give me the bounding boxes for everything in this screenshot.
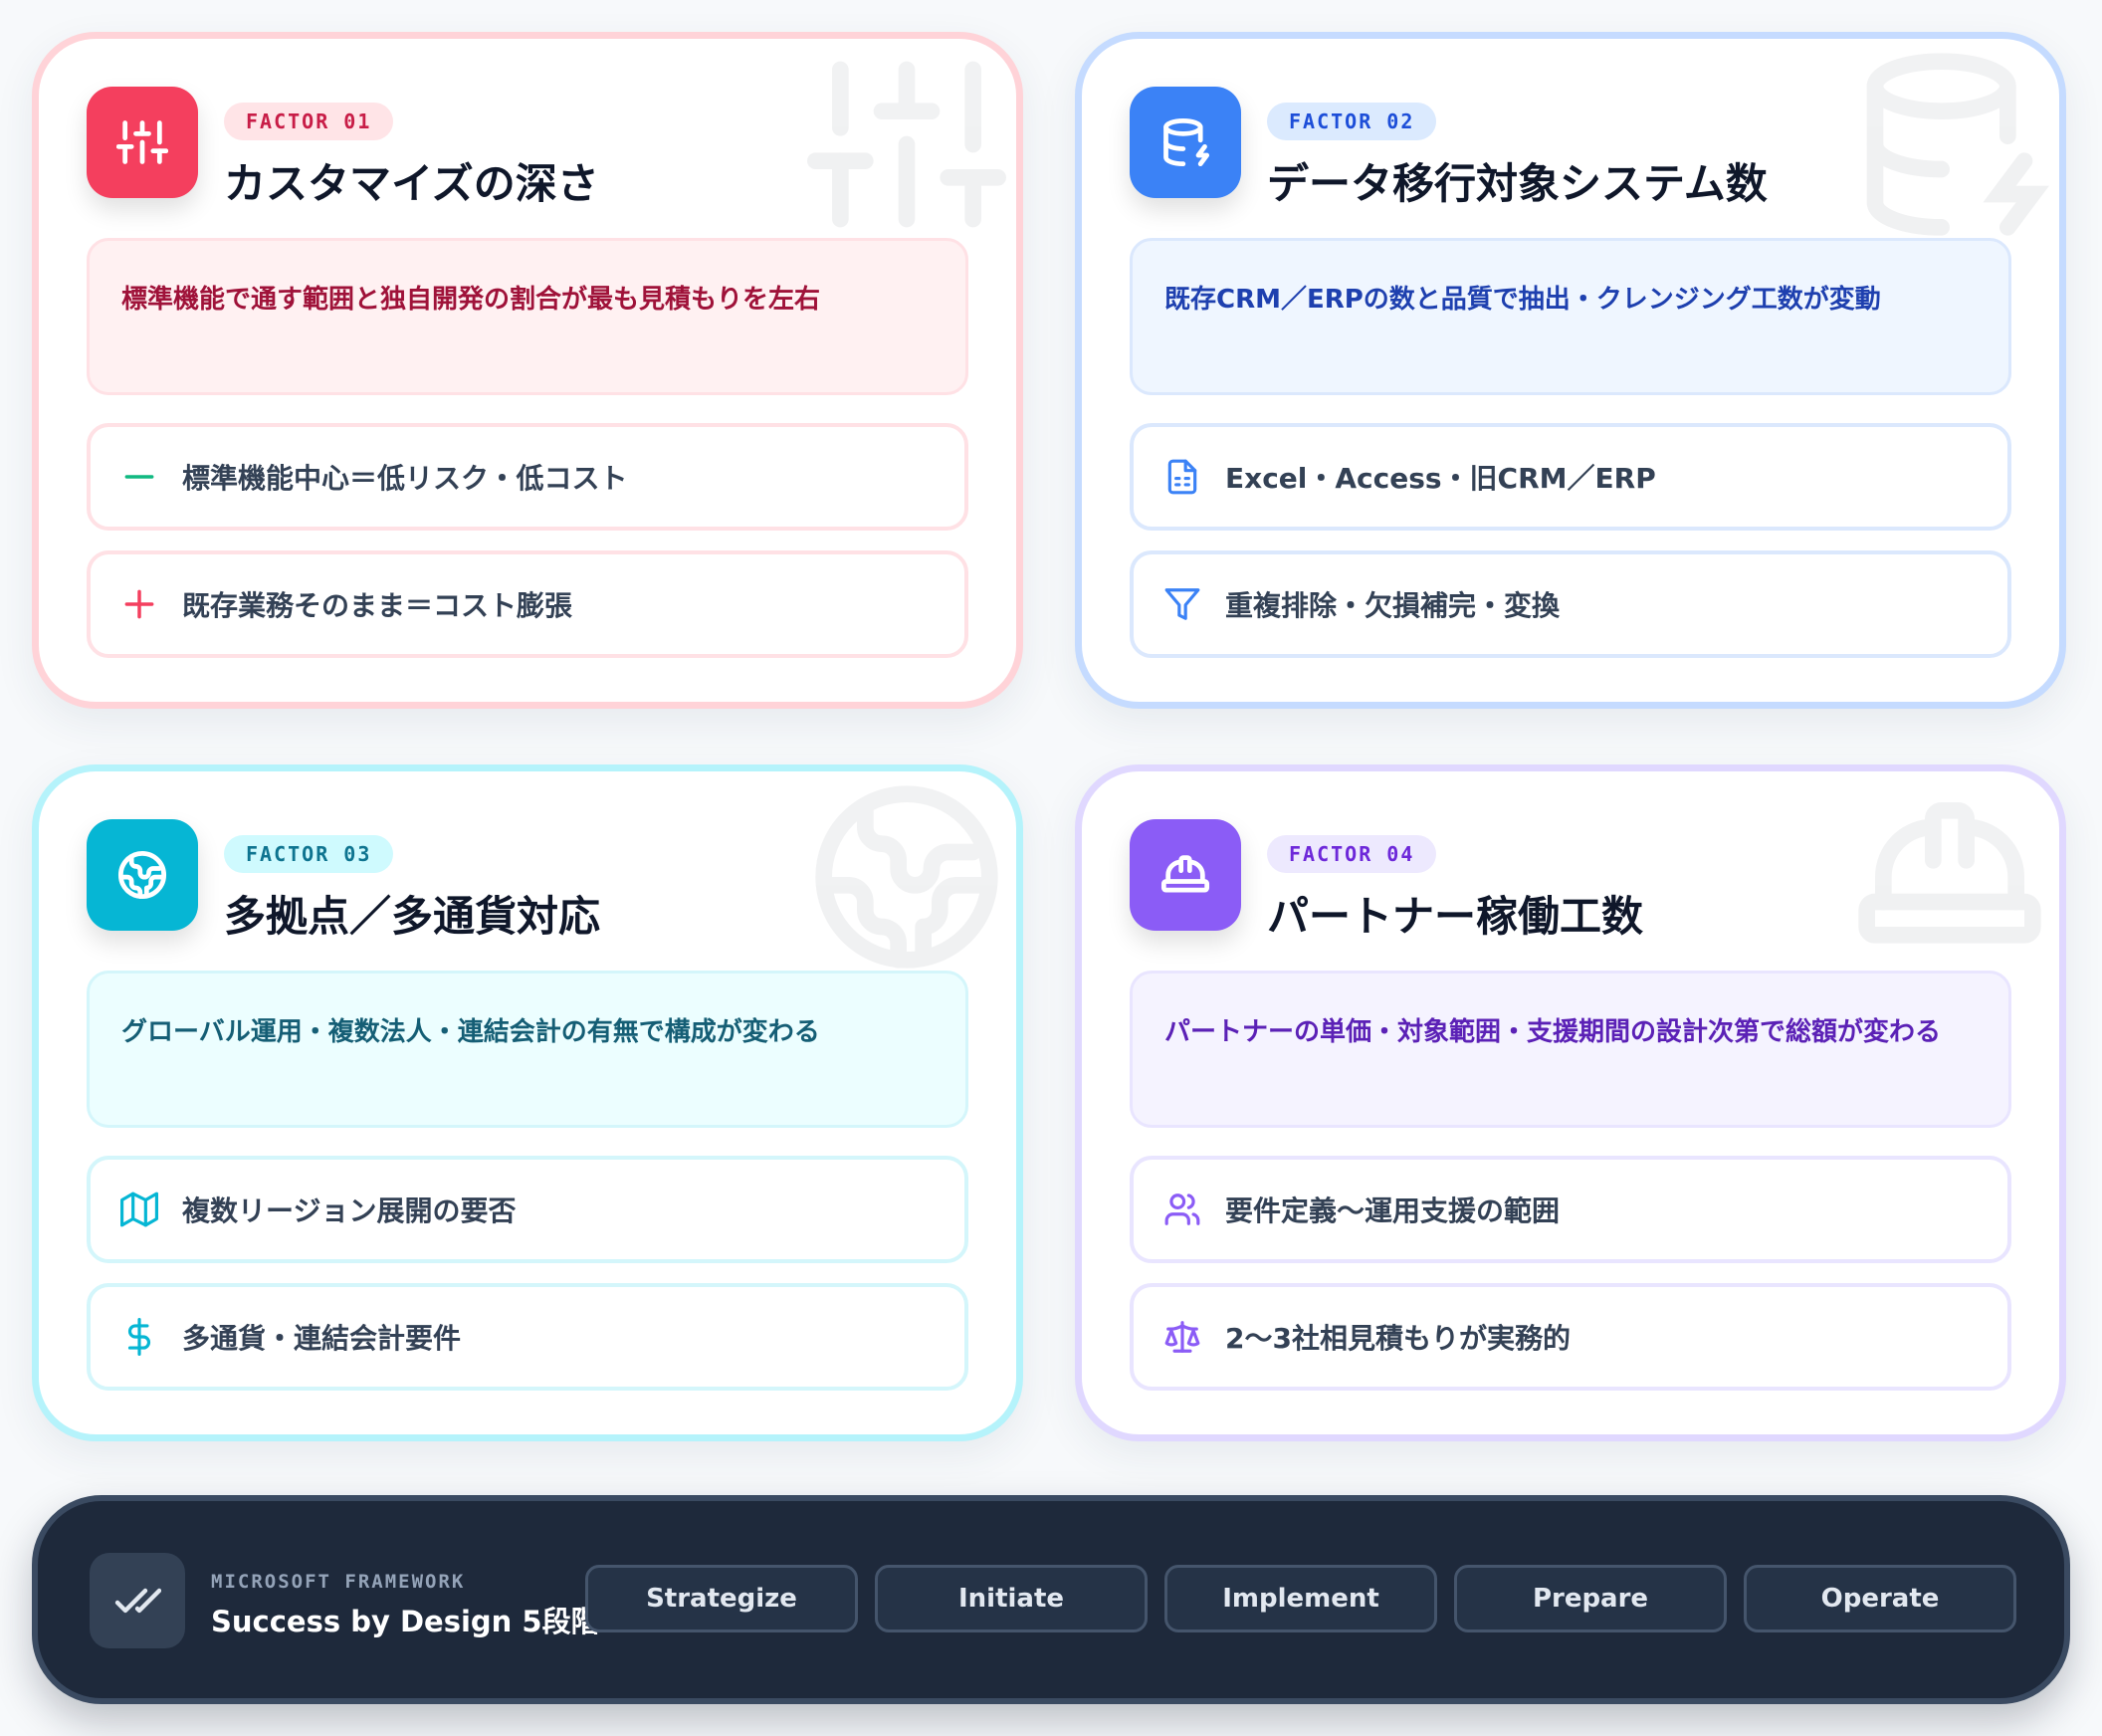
factor-card-partner-effort: FACTOR 04 パートナー稼働工数 パートナーの単価・対象範囲・支援期間の設… (1075, 764, 2066, 1441)
factor-summary: 既存CRM／ERPの数と品質で抽出・クレンジング工数が変動 (1130, 238, 2011, 395)
factor-item: 既存業務そのまま＝コスト膨張 (87, 550, 968, 658)
database-watermark-icon (1850, 45, 2049, 244)
factor-item: 2〜3社相見積もりが実務的 (1130, 1283, 2011, 1391)
map-icon (120, 1191, 158, 1228)
double-check-icon (90, 1553, 185, 1648)
framework-bar: MICROSOFT FRAMEWORK Success by Design 5段… (32, 1495, 2070, 1704)
factor-item-text: 多通貨・連結会計要件 (182, 1322, 462, 1355)
factor-item-text: 複数リージョン展開の要否 (182, 1194, 517, 1227)
sliders-icon (87, 87, 198, 198)
globe-icon (87, 819, 198, 931)
factor-title: 多拠点／多通貨対応 (224, 892, 601, 941)
scale-icon (1163, 1318, 1201, 1356)
hard-hat-icon (1130, 819, 1241, 931)
factor-summary: パートナーの単価・対象範囲・支援期間の設計次第で総額が変わる (1130, 971, 2011, 1128)
factor-item: Excel・Access・旧CRM／ERP (1130, 423, 2011, 531)
factor-summary: 標準機能で通す範囲と独自開発の割合が最も見積もりを左右 (87, 238, 968, 395)
factor-card-data-migration: FACTOR 02 データ移行対象システム数 既存CRM／ERPの数と品質で抽出… (1075, 32, 2066, 709)
framework-kicker: MICROSOFT FRAMEWORK (211, 1571, 466, 1593)
factor-label: FACTOR 01 (224, 103, 394, 140)
globe-watermark-icon (807, 777, 1006, 976)
factor-item-text: 既存業務そのまま＝コスト膨張 (182, 589, 573, 622)
factor-label: FACTOR 02 (1267, 103, 1437, 140)
factor-item-text: 標準機能中心＝低リスク・低コスト (182, 462, 628, 495)
factor-summary: グローバル運用・複数法人・連結会計の有無で構成が変わる (87, 971, 968, 1128)
factor-label: FACTOR 03 (224, 835, 394, 873)
factor-card-multi-site: FACTOR 03 多拠点／多通貨対応 グローバル運用・複数法人・連結会計の有無… (32, 764, 1023, 1441)
factor-item: 複数リージョン展開の要否 (87, 1156, 968, 1263)
dollar-icon (120, 1318, 158, 1356)
factor-item-text: 要件定義〜運用支援の範囲 (1225, 1194, 1561, 1227)
factor-item: 重複排除・欠損補完・変換 (1130, 550, 2011, 658)
sliders-watermark-icon (807, 45, 1007, 244)
plus-icon (120, 585, 158, 623)
factor-label: FACTOR 04 (1267, 835, 1437, 873)
framework-title: Success by Design 5段階 (211, 1605, 600, 1638)
factor-title: データ移行対象システム数 (1267, 159, 1768, 208)
users-icon (1163, 1191, 1201, 1228)
filter-icon (1163, 585, 1201, 623)
factor-card-customization: FACTOR 01 カスタマイズの深さ 標準機能で通す範囲と独自開発の割合が最も… (32, 32, 1023, 709)
framework-stages: Strategize Initiate Implement Prepare Op… (585, 1565, 2016, 1632)
minus-icon (120, 458, 158, 496)
stage-prepare: Prepare (1454, 1565, 1727, 1632)
stage-initiate: Initiate (875, 1565, 1148, 1632)
stage-implement: Implement (1164, 1565, 1437, 1632)
hard-hat-watermark-icon (1850, 777, 2049, 976)
factor-title: カスタマイズの深さ (224, 159, 599, 208)
factor-item-text: Excel・Access・旧CRM／ERP (1225, 462, 1656, 495)
database-icon (1130, 87, 1241, 198)
factor-item: 要件定義〜運用支援の範囲 (1130, 1156, 2011, 1263)
stage-operate: Operate (1744, 1565, 2016, 1632)
factor-item-text: 重複排除・欠損補完・変換 (1225, 589, 1561, 622)
factor-item: 多通貨・連結会計要件 (87, 1283, 968, 1391)
factor-item: 標準機能中心＝低リスク・低コスト (87, 423, 968, 531)
factor-title: パートナー稼働工数 (1267, 892, 1644, 941)
spreadsheet-icon (1163, 458, 1201, 496)
stage-strategize: Strategize (585, 1565, 858, 1632)
factor-item-text: 2〜3社相見積もりが実務的 (1225, 1322, 1571, 1355)
